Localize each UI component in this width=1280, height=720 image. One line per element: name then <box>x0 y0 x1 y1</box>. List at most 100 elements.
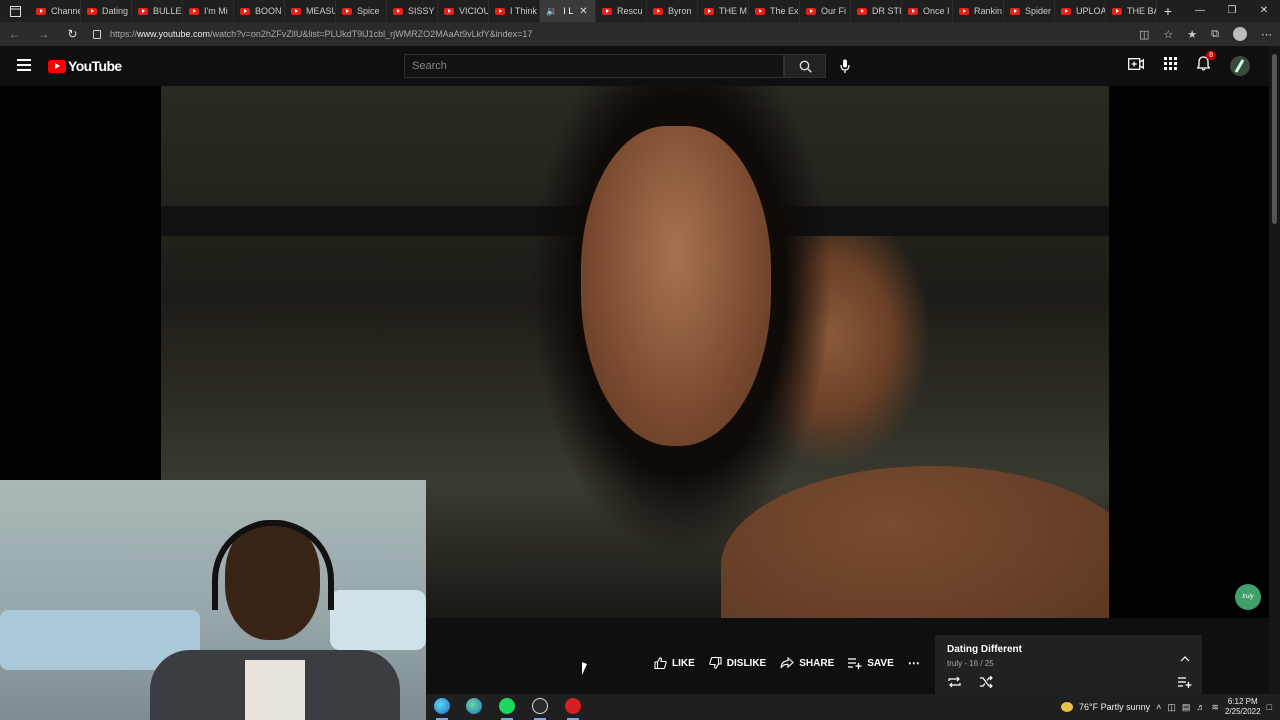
browser-tab[interactable]: I Think <box>489 0 540 22</box>
browser-tab-label: THE BA <box>1127 6 1157 16</box>
youtube-favicon-icon <box>806 7 816 15</box>
address-bar: ← → ↻ https://www.youtube.com/watch?v=on… <box>0 22 1280 46</box>
youtube-masthead: YouTube Search 8 <box>0 46 1280 86</box>
search-icon <box>799 60 812 73</box>
browser-tab[interactable]: BOON <box>234 0 285 22</box>
taskbar-edge-dev-app[interactable] <box>460 698 488 720</box>
youtube-favicon-icon <box>342 7 352 15</box>
save-button[interactable]: SAVE <box>848 657 894 669</box>
browser-tab[interactable]: I'm Mi <box>183 0 234 22</box>
browser-tab[interactable]: Once I <box>902 0 953 22</box>
network-icon[interactable]: ▤ <box>1182 702 1191 713</box>
favorites-icon[interactable]: ★ <box>1187 28 1197 41</box>
clock[interactable]: 6:12 PM 2/25/2022 <box>1225 697 1261 717</box>
youtube-favicon-icon <box>495 7 505 15</box>
mouse-cursor-icon <box>582 662 592 679</box>
browser-tab[interactable]: Channel <box>30 0 81 22</box>
youtube-favicon-icon <box>602 7 612 15</box>
browser-tab[interactable]: BULLE <box>132 0 183 22</box>
dislike-button[interactable]: DISLIKE <box>709 657 766 669</box>
create-video-icon[interactable] <box>1128 57 1144 75</box>
browser-tab[interactable]: Spider <box>1004 0 1055 22</box>
webcam-person-shirt <box>245 660 305 720</box>
audio-playing-icon[interactable]: 🔉 <box>546 6 557 17</box>
browser-tab-label: The Ex <box>770 6 799 16</box>
browser-tab[interactable]: VICIOU <box>438 0 489 22</box>
volume-icon[interactable]: ♬ <box>1196 702 1205 712</box>
share-icon <box>780 657 795 669</box>
notifications-bell-icon[interactable]: 8 <box>1196 51 1216 76</box>
account-avatar[interactable] <box>1230 56 1250 76</box>
browser-tab-label: I'm Mi <box>204 6 228 16</box>
guide-menu-icon[interactable] <box>17 59 31 71</box>
browser-tab[interactable]: UPLOA <box>1055 0 1106 22</box>
playlist-title[interactable]: Dating Different <box>947 644 1022 655</box>
browser-tab[interactable]: Rankin <box>953 0 1004 22</box>
forward-icon[interactable]: → <box>29 27 58 41</box>
playlist-save-icon[interactable] <box>1178 675 1192 693</box>
browser-tab[interactable]: DR STI <box>851 0 902 22</box>
browser-tab[interactable]: SISSY <box>387 0 438 22</box>
weather-text[interactable]: 76°F Partly sunny <box>1079 702 1150 712</box>
youtube-logo-text: YouTube <box>68 58 122 74</box>
browser-tab[interactable]: MEASU <box>285 0 336 22</box>
chevron-up-icon[interactable] <box>1180 649 1190 667</box>
video-subject-face <box>581 126 771 446</box>
notification-center-icon[interactable]: □ <box>1267 702 1272 712</box>
new-tab-button[interactable]: + <box>1157 3 1179 19</box>
more-actions-icon[interactable]: ⋯ <box>908 656 921 670</box>
browser-tab[interactable]: THE BA <box>1106 0 1157 22</box>
taskbar-recorder-app[interactable] <box>559 698 587 720</box>
taskbar-spotify-app[interactable] <box>493 698 521 720</box>
browser-tab[interactable]: Spice <box>336 0 387 22</box>
security-shield-icon[interactable]: ◫ <box>1167 702 1176 713</box>
browser-tab[interactable]: Dating <box>81 0 132 22</box>
like-button[interactable]: LIKE <box>654 657 695 669</box>
browser-tab-label: I L <box>563 6 574 16</box>
taskbar-obs-app[interactable] <box>526 698 554 720</box>
youtube-logo[interactable]: YouTube <box>48 58 122 74</box>
wifi-icon[interactable]: ≋ <box>1211 702 1219 713</box>
browser-tab[interactable]: 🔉 I L ✕ <box>540 0 596 22</box>
tab-actions-menu-icon[interactable] <box>0 0 30 22</box>
thumbs-up-icon <box>654 657 667 669</box>
add-favorite-icon[interactable]: ☆ <box>1163 28 1173 41</box>
apps-grid-icon[interactable] <box>1164 57 1177 75</box>
url-path: /watch?v=on2hZFvZllU&list=PLUkdT9lJ1cbl_… <box>210 29 533 39</box>
taskbar-edge-app[interactable] <box>428 698 456 720</box>
loop-playlist-icon[interactable] <box>947 675 962 693</box>
browser-tab[interactable]: Our Fi <box>800 0 851 22</box>
collections-icon[interactable]: ⧉ <box>1211 28 1219 41</box>
refresh-icon[interactable]: ↻ <box>58 27 87 41</box>
search-input[interactable]: Search <box>404 54 784 78</box>
app-install-icon[interactable]: ◫ <box>1139 28 1149 41</box>
video-actions: LIKE DISLIKE SHARE SAVE ⋯ <box>654 654 935 672</box>
browser-tab[interactable]: Rescu <box>596 0 647 22</box>
youtube-favicon-icon <box>36 7 46 15</box>
restore-icon[interactable]: ❐ <box>1216 0 1248 22</box>
thumbs-down-icon <box>709 657 722 669</box>
back-icon[interactable]: ← <box>0 27 29 41</box>
show-hidden-icons-chevron-icon[interactable]: ˄ <box>1156 702 1161 712</box>
windows-taskbar: 76°F Partly sunny ˄ ◫ ▤ ♬ ≋ 6:12 PM 2/25… <box>426 694 1280 720</box>
close-window-icon[interactable]: ✕ <box>1248 0 1280 22</box>
voice-search-icon[interactable] <box>838 56 852 76</box>
page-scrollbar[interactable] <box>1269 46 1280 720</box>
browser-tab[interactable]: THE M <box>698 0 749 22</box>
browser-tab-label: DR STI <box>872 6 902 16</box>
browser-tab-label: SISSY <box>408 6 435 16</box>
shuffle-playlist-icon[interactable] <box>979 675 994 693</box>
share-button[interactable]: SHARE <box>780 657 834 669</box>
url-prefix: https:// <box>110 29 138 39</box>
youtube-favicon-icon <box>393 7 403 15</box>
profile-avatar[interactable] <box>1233 27 1247 41</box>
search-button[interactable] <box>784 54 826 78</box>
playlist-add-icon <box>848 658 862 669</box>
url-field[interactable]: https://www.youtube.com/watch?v=on2hZFvZ… <box>93 29 532 39</box>
minimize-icon[interactable]: — <box>1184 0 1216 22</box>
browser-tab[interactable]: The Ex <box>749 0 800 22</box>
browser-tab[interactable]: Byron <box>647 0 698 22</box>
settings-more-icon[interactable]: ⋯ <box>1261 28 1272 41</box>
scrollbar-thumb[interactable] <box>1272 54 1277 224</box>
close-tab-icon[interactable]: ✕ <box>579 6 587 17</box>
